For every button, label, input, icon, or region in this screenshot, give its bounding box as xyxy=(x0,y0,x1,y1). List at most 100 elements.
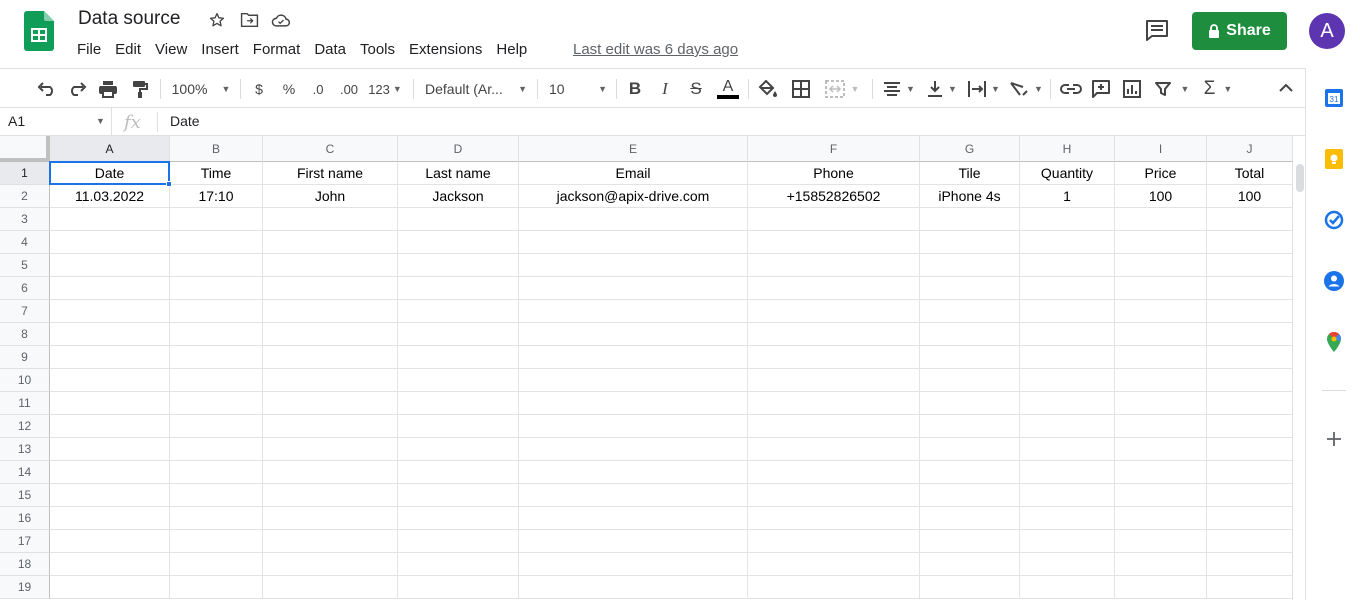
cell-b18[interactable] xyxy=(170,553,263,576)
cell-h6[interactable] xyxy=(1020,277,1115,300)
row-header-13[interactable]: 13 xyxy=(0,438,50,461)
fill-handle[interactable] xyxy=(166,181,172,187)
cell-g4[interactable] xyxy=(920,231,1020,254)
cell-b15[interactable] xyxy=(170,484,263,507)
cell-d14[interactable] xyxy=(398,461,519,484)
cell-d4[interactable] xyxy=(398,231,519,254)
cell-d19[interactable] xyxy=(398,576,519,599)
cell-a14[interactable] xyxy=(50,461,170,484)
cell-b17[interactable] xyxy=(170,530,263,553)
cell-h8[interactable] xyxy=(1020,323,1115,346)
star-icon[interactable] xyxy=(207,10,227,30)
cell-d15[interactable] xyxy=(398,484,519,507)
cell-i14[interactable] xyxy=(1115,461,1207,484)
cloud-saved-icon[interactable] xyxy=(271,10,291,30)
comments-history-icon[interactable] xyxy=(1144,18,1172,44)
cell-f9[interactable] xyxy=(748,346,920,369)
menu-help[interactable]: Help xyxy=(489,40,534,60)
cell-b6[interactable] xyxy=(170,277,263,300)
cell-f18[interactable] xyxy=(748,553,920,576)
cell-h14[interactable] xyxy=(1020,461,1115,484)
cell-h18[interactable] xyxy=(1020,553,1115,576)
last-edit-link[interactable]: Last edit was 6 days ago xyxy=(573,41,738,58)
bold-icon[interactable]: B xyxy=(625,77,645,101)
cell-h17[interactable] xyxy=(1020,530,1115,553)
vertical-scrollbar[interactable] xyxy=(1292,162,1305,600)
column-header-h[interactable]: H xyxy=(1020,136,1115,162)
cell-d16[interactable] xyxy=(398,507,519,530)
cell-a17[interactable] xyxy=(50,530,170,553)
cell-f12[interactable] xyxy=(748,415,920,438)
row-header-11[interactable]: 11 xyxy=(0,392,50,415)
cell-f16[interactable] xyxy=(748,507,920,530)
cell-a4[interactable] xyxy=(50,231,170,254)
cell-j16[interactable] xyxy=(1207,507,1293,530)
cell-g16[interactable] xyxy=(920,507,1020,530)
cell-d10[interactable] xyxy=(398,369,519,392)
cell-j15[interactable] xyxy=(1207,484,1293,507)
cell-b5[interactable] xyxy=(170,254,263,277)
cell-e13[interactable] xyxy=(519,438,748,461)
cell-f10[interactable] xyxy=(748,369,920,392)
menu-insert[interactable]: Insert xyxy=(194,40,246,60)
cell-b8[interactable] xyxy=(170,323,263,346)
cell-g1[interactable]: Tile xyxy=(920,162,1020,185)
cell-e14[interactable] xyxy=(519,461,748,484)
chart-icon[interactable] xyxy=(1121,77,1143,101)
cell-b16[interactable] xyxy=(170,507,263,530)
cell-g6[interactable] xyxy=(920,277,1020,300)
cell-i7[interactable] xyxy=(1115,300,1207,323)
cell-j14[interactable] xyxy=(1207,461,1293,484)
cell-f1[interactable]: Phone xyxy=(748,162,920,185)
fill-color-icon[interactable] xyxy=(757,77,779,101)
functions-icon[interactable]: Σ ▼ xyxy=(1201,77,1235,101)
chevron-up-icon[interactable] xyxy=(1276,78,1296,98)
cell-i4[interactable] xyxy=(1115,231,1207,254)
contacts-icon[interactable] xyxy=(1323,270,1345,292)
cell-j5[interactable] xyxy=(1207,254,1293,277)
select-all-corner[interactable] xyxy=(0,136,50,162)
row-header-18[interactable]: 18 xyxy=(0,553,50,576)
cell-e11[interactable] xyxy=(519,392,748,415)
cell-g5[interactable] xyxy=(920,254,1020,277)
sheets-logo-icon[interactable] xyxy=(24,11,54,51)
font-size-select[interactable]: 10 ▼ xyxy=(549,77,607,101)
cell-e4[interactable] xyxy=(519,231,748,254)
italic-icon[interactable]: I xyxy=(655,77,675,101)
move-folder-icon[interactable] xyxy=(239,10,259,30)
cell-d11[interactable] xyxy=(398,392,519,415)
cell-h11[interactable] xyxy=(1020,392,1115,415)
cell-h7[interactable] xyxy=(1020,300,1115,323)
maps-icon[interactable] xyxy=(1323,331,1345,353)
cell-h13[interactable] xyxy=(1020,438,1115,461)
cell-c2[interactable]: John xyxy=(263,185,398,208)
cell-d13[interactable] xyxy=(398,438,519,461)
comment-icon[interactable] xyxy=(1090,77,1112,101)
text-color-icon[interactable]: A xyxy=(716,77,740,101)
cell-d2[interactable]: Jackson xyxy=(398,185,519,208)
cell-h9[interactable] xyxy=(1020,346,1115,369)
cell-j13[interactable] xyxy=(1207,438,1293,461)
cell-a12[interactable] xyxy=(50,415,170,438)
calendar-icon[interactable]: 31 xyxy=(1323,87,1345,109)
cell-c11[interactable] xyxy=(263,392,398,415)
cell-c19[interactable] xyxy=(263,576,398,599)
cell-e1[interactable]: Email xyxy=(519,162,748,185)
increase-decimals-button[interactable]: .00 xyxy=(337,77,361,101)
cell-i10[interactable] xyxy=(1115,369,1207,392)
cell-a1[interactable]: Date xyxy=(50,162,170,185)
valign-icon[interactable]: ▼ xyxy=(924,77,960,101)
link-icon[interactable] xyxy=(1059,77,1083,101)
cell-g15[interactable] xyxy=(920,484,1020,507)
cell-j1[interactable]: Total xyxy=(1207,162,1293,185)
align-icon[interactable]: ▼ xyxy=(881,77,917,101)
cell-c3[interactable] xyxy=(263,208,398,231)
cell-d3[interactable] xyxy=(398,208,519,231)
row-header-7[interactable]: 7 xyxy=(0,300,50,323)
cell-h12[interactable] xyxy=(1020,415,1115,438)
column-header-g[interactable]: G xyxy=(920,136,1020,162)
row-header-12[interactable]: 12 xyxy=(0,415,50,438)
cell-f19[interactable] xyxy=(748,576,920,599)
cell-d1[interactable]: Last name xyxy=(398,162,519,185)
cell-i1[interactable]: Price xyxy=(1115,162,1207,185)
